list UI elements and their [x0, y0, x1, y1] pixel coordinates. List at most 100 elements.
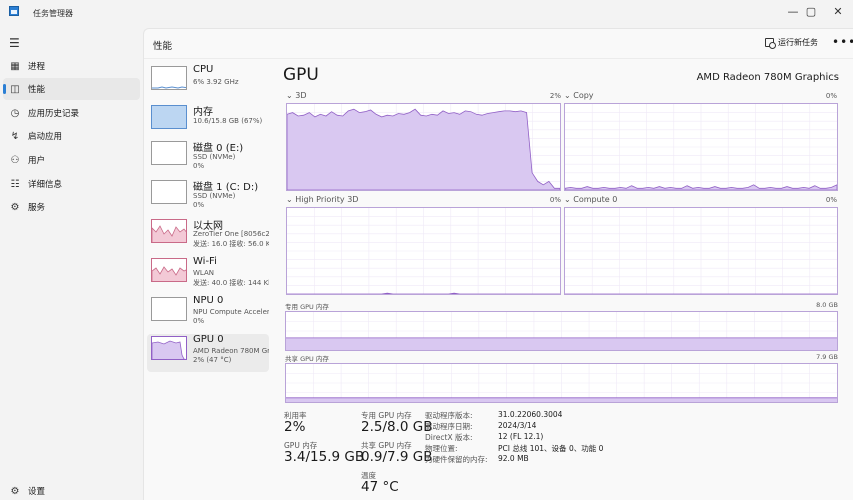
device-detail: 0%: [193, 162, 205, 170]
run-new-task-button[interactable]: 运行新任务: [765, 37, 818, 49]
task-manager-icon: [9, 6, 19, 16]
shared-memory-fill: [286, 397, 837, 402]
memory-thumbnail-graph: [151, 105, 187, 129]
device-detail: 10.6/15.8 GB (67%): [193, 117, 263, 125]
device-npu[interactable]: NPU 0 NPU Compute Accelerator Device 0%: [147, 295, 269, 333]
more-options-button[interactable]: •••: [832, 35, 853, 49]
device-detail: 0%: [193, 201, 205, 209]
device-name: 内存: [193, 107, 213, 118]
hamburger-menu-icon[interactable]: ☰: [9, 36, 20, 50]
run-task-icon: [765, 38, 776, 49]
users-icon: ⚇: [10, 154, 20, 166]
physical-location-label: 物理位置:: [425, 444, 458, 453]
shared-memory-max: 7.9 GB: [816, 353, 838, 361]
sidebar-item-label: 详细信息: [28, 180, 63, 190]
performance-icon: ◫: [10, 83, 20, 95]
driver-date-label: 驱动程序日期:: [425, 422, 473, 431]
device-memory[interactable]: 内存 10.6/15.8 GB (67%): [147, 103, 269, 141]
gpu-thumbnail-graph: [151, 336, 187, 360]
physical-location-value: PCI 总线 101、设备 0、功能 0: [498, 444, 604, 453]
engine-copy-percent: 0%: [825, 92, 837, 100]
device-detail: SSD (NVMe): [193, 192, 236, 200]
engine-hp3d-label[interactable]: ⌄ High Priority 3D: [286, 195, 358, 204]
dedicated-memory-fill: [286, 337, 837, 350]
sidebar-item-users[interactable]: ⚇ 用户: [3, 149, 140, 171]
device-name: GPU 0: [193, 334, 224, 345]
sidebar: ☰ ▦ 进程 ◫ 性能 ◷ 应用历史记录 ↯ 启动应用 ⚇ 用户 ☷ 详细信息 …: [0, 28, 143, 500]
utilization-value: 2%: [284, 419, 306, 435]
sidebar-item-label: 服务: [28, 203, 46, 213]
device-gpu[interactable]: GPU 0 AMD Radeon 780M Graphics 2% (47 °C…: [147, 334, 269, 372]
engine-name: 3D: [295, 91, 307, 100]
device-detail: 0%: [193, 317, 205, 325]
sidebar-item-label: 进程: [28, 62, 46, 72]
disk-0-thumbnail-graph: [151, 141, 187, 165]
device-disk-0[interactable]: 磁盘 0 (E:) SSD (NVMe) 0%: [147, 139, 269, 177]
sidebar-item-details[interactable]: ☷ 详细信息: [3, 173, 140, 195]
device-name: CPU: [193, 64, 214, 75]
engine-3d-label[interactable]: ⌄ 3D: [286, 91, 307, 100]
shared-memory-label: 共享 GPU 内存: [285, 355, 329, 363]
gear-icon: ⚙: [10, 485, 20, 497]
sidebar-item-app-history[interactable]: ◷ 应用历史记录: [3, 102, 140, 124]
device-name: NPU 0: [193, 295, 224, 306]
device-disk-1[interactable]: 磁盘 1 (C: D:) SSD (NVMe) 0%: [147, 178, 269, 216]
engine-name: High Priority 3D: [295, 195, 359, 204]
disk-1-thumbnail-graph: [151, 180, 187, 204]
dedicated-stat-value: 2.5/8.0 GB: [361, 419, 433, 435]
processes-icon: ▦: [10, 60, 20, 72]
engine-3d-percent: 2%: [549, 92, 561, 100]
sidebar-item-performance[interactable]: ◫ 性能: [3, 78, 140, 100]
engine-compute-label[interactable]: ⌄ Compute 0: [564, 195, 617, 204]
device-wifi[interactable]: Wi-Fi WLAN 发送: 40.0 接收: 144 Kbps: [147, 256, 269, 294]
sidebar-item-processes[interactable]: ▦ 进程: [3, 55, 140, 77]
engine-3d-series: [287, 108, 560, 190]
engine-compute-chart: [565, 208, 837, 294]
engine-hp3d-chart: [287, 208, 560, 294]
device-ethernet[interactable]: 以太网 ZeroTier One [8056c2e21c000001] 发送: …: [147, 217, 269, 255]
details-icon: ☷: [10, 178, 20, 190]
close-button[interactable]: ✕: [818, 0, 853, 22]
services-icon: ⚙: [10, 201, 20, 213]
driver-version-value: 31.0.22060.3004: [498, 410, 563, 419]
dedicated-memory-label: 专用 GPU 内存: [285, 303, 329, 311]
device-detail: NPU Compute Accelerator Device: [193, 308, 269, 316]
shared-memory-graph: [285, 363, 838, 403]
device-detail: 发送: 40.0 接收: 144 Kbps: [193, 279, 269, 287]
device-name: 磁盘 1 (C: D:): [193, 182, 259, 193]
engine-copy-chart: [565, 104, 837, 190]
app-history-icon: ◷: [10, 107, 20, 119]
startup-icon: ↯: [10, 130, 20, 142]
gpu-memory-value: 3.4/15.9 GB: [284, 449, 365, 465]
sidebar-item-label: 设置: [28, 487, 46, 497]
reserved-memory-value: 92.0 MB: [498, 454, 529, 463]
sidebar-item-label: 用户: [28, 156, 46, 166]
dedicated-memory-graph: [285, 311, 838, 351]
sidebar-item-settings[interactable]: ⚙ 设置: [3, 480, 140, 500]
device-detail: WLAN: [193, 269, 215, 277]
reserved-memory-label: 为硬件保留的内存:: [425, 455, 488, 464]
npu-thumbnail-graph: [151, 297, 187, 321]
device-cpu[interactable]: CPU 6% 3.92 GHz: [147, 64, 269, 102]
device-detail: 6% 3.92 GHz: [193, 78, 239, 86]
sidebar-item-startup[interactable]: ↯ 启动应用: [3, 125, 140, 147]
sidebar-item-label: 应用历史记录: [28, 109, 80, 119]
cpu-thumbnail-graph: [151, 66, 187, 90]
engine-copy-graph: [564, 103, 838, 191]
sidebar-item-services[interactable]: ⚙ 服务: [3, 196, 140, 218]
wifi-thumbnail-graph: [151, 258, 187, 282]
window-title: 任务管理器: [33, 9, 73, 18]
sidebar-item-label: 启动应用: [28, 132, 63, 142]
sidebar-item-label: 性能: [28, 85, 46, 95]
dedicated-memory-chart: [286, 312, 837, 350]
shared-memory-chart: [286, 364, 837, 402]
engine-copy-label[interactable]: ⌄ Copy: [564, 91, 594, 100]
engine-compute-graph: [564, 207, 838, 295]
run-new-task-label: 运行新任务: [778, 38, 818, 47]
directx-version-label: DirectX 版本:: [425, 433, 473, 442]
engine-3d-graph: [286, 103, 561, 191]
title-bar: 任务管理器 — ▢ ✕: [0, 0, 853, 28]
shared-stat-value: 0.9/7.9 GB: [361, 449, 433, 465]
temperature-value: 47 °C: [361, 479, 399, 495]
gpu-model-name: AMD Radeon 780M Graphics: [696, 72, 839, 83]
